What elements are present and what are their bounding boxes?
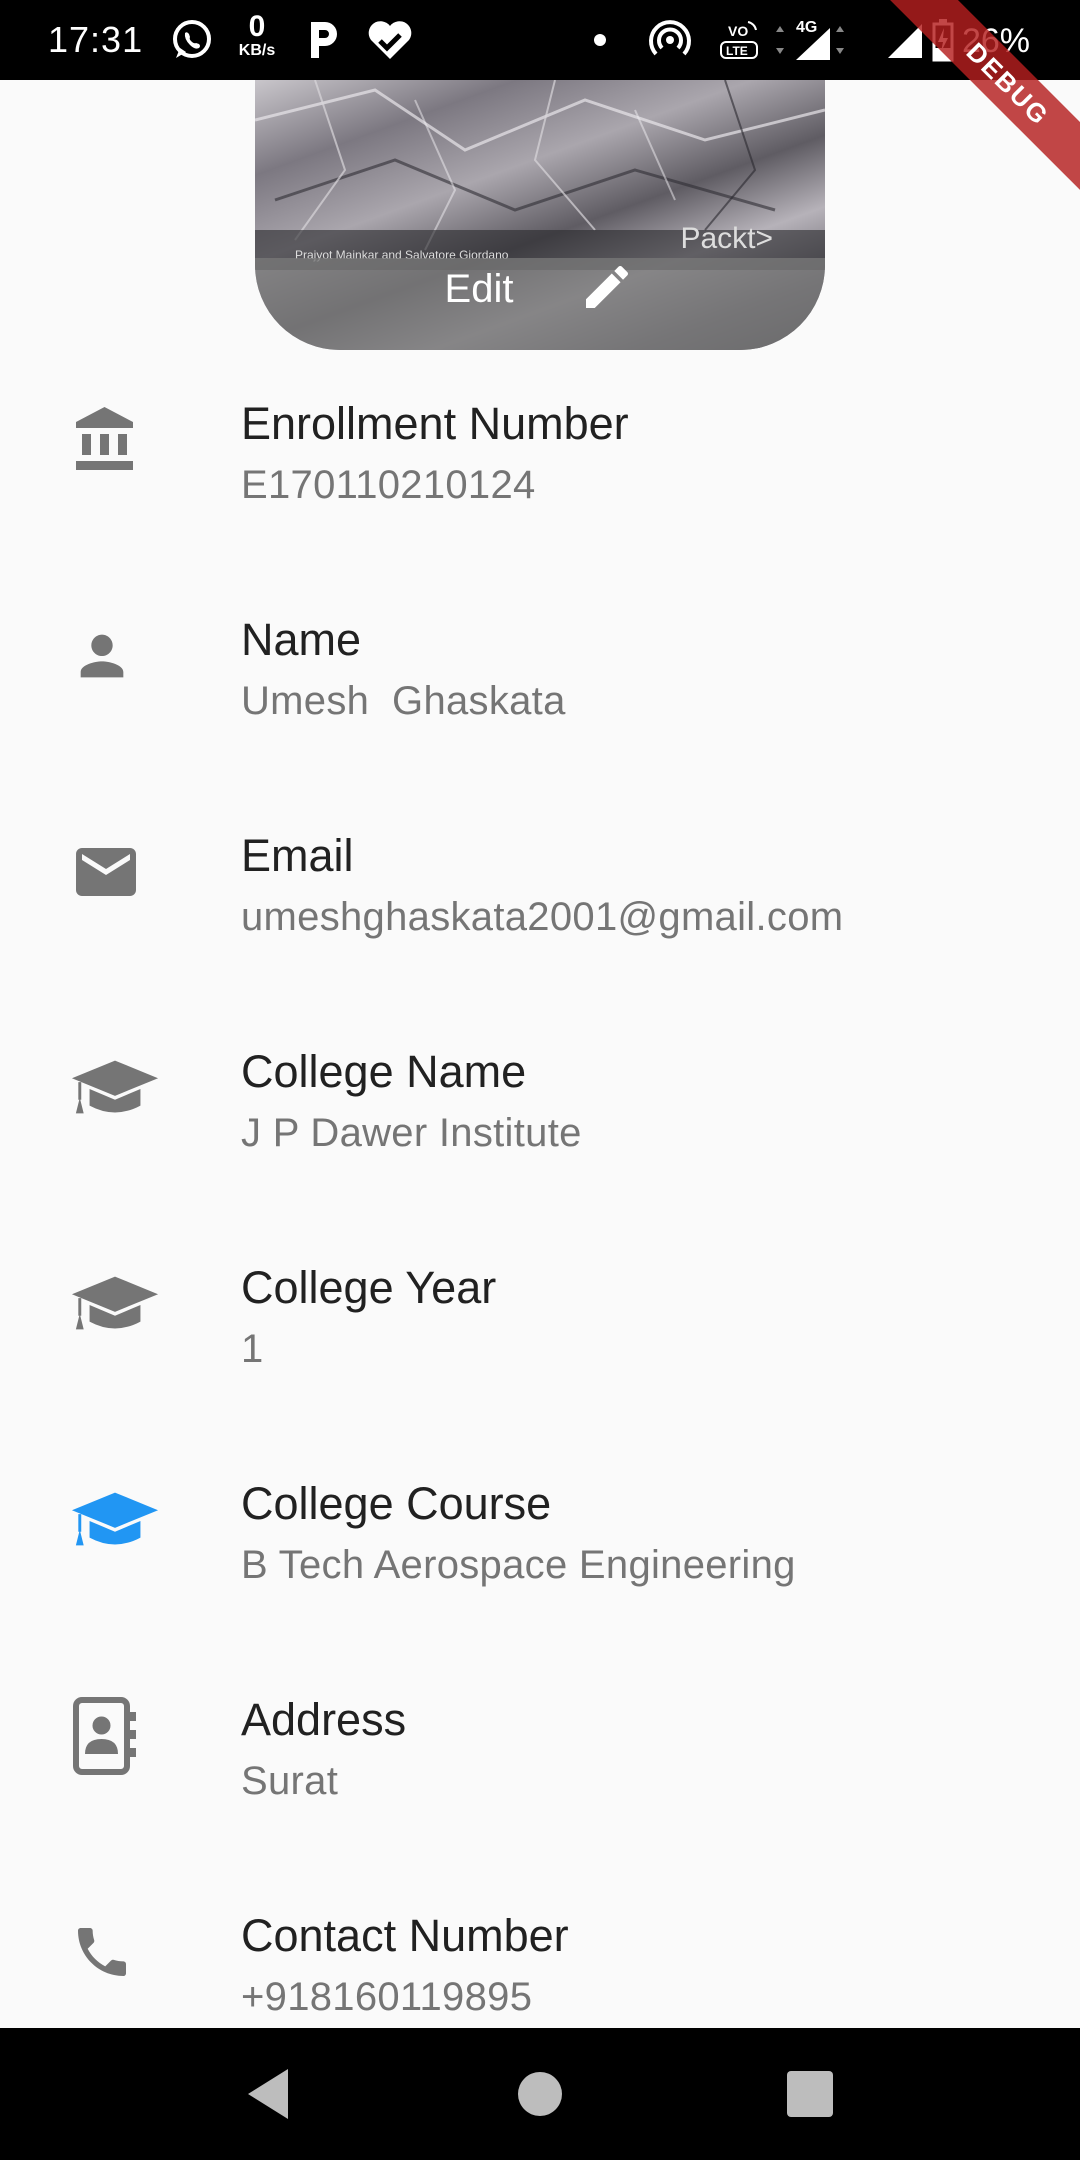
signal-4g-icon: 4G (770, 16, 860, 64)
bank-icon (70, 400, 160, 480)
field-title: College Course (241, 1478, 552, 1529)
phone-icon (70, 1912, 160, 1992)
dot-icon (590, 16, 610, 64)
graduation-cap-icon (70, 1480, 160, 1560)
field-value: J P Dawer Institute (241, 1111, 582, 1155)
photo-brand: Packt> (680, 222, 773, 255)
graduation-cap-icon (70, 1048, 160, 1128)
data-speed-value: 0 (248, 10, 266, 43)
field-value: 1 (241, 1327, 264, 1371)
whatsapp-icon (168, 16, 216, 64)
recents-icon[interactable] (740, 2028, 880, 2160)
profile-info-list: Enrollment Number E170110210124 Name Ume… (0, 350, 1080, 2078)
svg-text:4G: 4G (796, 19, 817, 36)
back-icon[interactable] (198, 2028, 338, 2160)
status-time: 17:31 (48, 19, 144, 60)
profile-photo[interactable]: Prajyot Mainkar and Salvatore Giordano P… (255, 80, 825, 350)
heart-check-icon (364, 16, 416, 64)
field-title: Email (241, 830, 354, 881)
data-speed-indicator: 0 KB/s (234, 12, 280, 60)
field-title: Address (241, 1694, 407, 1745)
person-icon (70, 616, 160, 696)
pencil-icon (579, 259, 635, 320)
field-value: E170110210124 (241, 463, 536, 507)
volte-icon: VO LTE (716, 16, 764, 64)
field-value: B Tech Aerospace Engineering (241, 1543, 796, 1587)
list-item-college-name[interactable]: College Name J P Dawer Institute (0, 998, 1080, 1214)
field-value: Surat (241, 1759, 339, 1803)
hotspot-icon (646, 16, 694, 64)
parking-app-icon (302, 16, 346, 64)
svg-text:VO: VO (728, 23, 748, 39)
edit-label: Edit (444, 267, 514, 311)
list-item-enrollment[interactable]: Enrollment Number E170110210124 (0, 350, 1080, 566)
email-icon (70, 832, 160, 912)
home-icon[interactable] (470, 2028, 610, 2160)
list-item-college-year[interactable]: College Year 1 (0, 1214, 1080, 1430)
list-item-college-course[interactable]: College Course B Tech Aerospace Engineer… (0, 1430, 1080, 1646)
edit-button[interactable]: Edit (255, 258, 825, 350)
field-title: Name (241, 614, 362, 665)
field-title: College Year (241, 1262, 497, 1313)
data-speed-unit: KB/s (238, 42, 276, 59)
contact-book-icon (70, 1696, 160, 1776)
list-item-name[interactable]: Name Umesh Ghaskata (0, 566, 1080, 782)
field-value: +918160119895 (241, 1975, 533, 2019)
svg-text:LTE: LTE (726, 44, 748, 58)
field-title: Contact Number (241, 1910, 569, 1961)
graduation-cap-icon (70, 1264, 160, 1344)
field-value: umeshghaskata2001@gmail.com (241, 895, 844, 939)
list-item-email[interactable]: Email umeshghaskata2001@gmail.com (0, 782, 1080, 998)
field-value: Umesh Ghaskata (241, 679, 566, 723)
field-title: College Name (241, 1046, 527, 1097)
navigation-bar (0, 2028, 1080, 2160)
field-title: Enrollment Number (241, 398, 629, 449)
list-item-address[interactable]: Address Surat (0, 1646, 1080, 1862)
